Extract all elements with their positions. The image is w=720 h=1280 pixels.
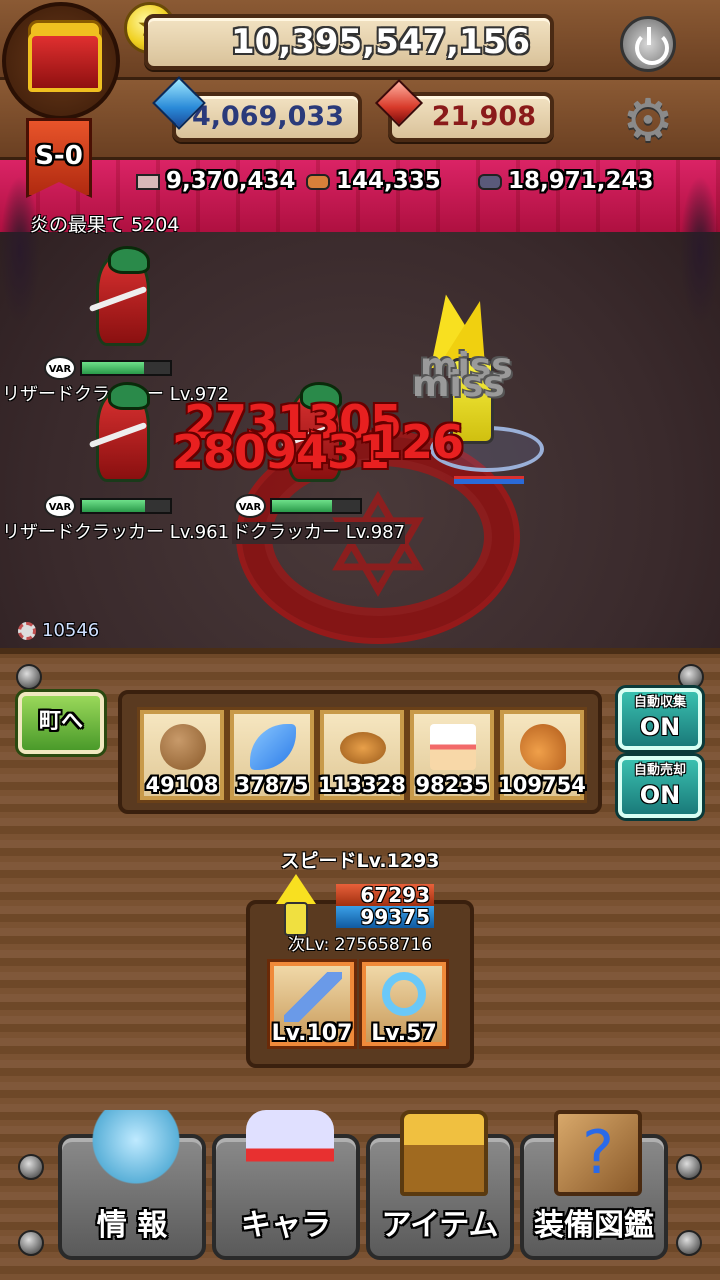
- enemy-1-badge: VAR: [44, 356, 76, 380]
- ore-icon: [478, 173, 502, 190]
- item-qty: 49108: [145, 773, 219, 797]
- enemy-2-hp-track: [80, 498, 172, 514]
- damage-number: 2809431: [172, 425, 390, 479]
- stone-icon: [136, 173, 160, 190]
- miss-text: miss: [412, 364, 505, 405]
- nav-info-label: 情 報: [96, 1208, 168, 1243]
- item-chest-icon: [400, 1110, 488, 1196]
- auto-collect-toggle[interactable]: 自動収集 ON: [618, 688, 702, 750]
- town-button[interactable]: 町へ: [18, 692, 104, 754]
- item-slot-meat[interactable]: 109754: [498, 710, 586, 800]
- enemy-3-hp-bar: VAR: [234, 494, 364, 518]
- dead-tree-left: [0, 176, 40, 326]
- enemy-lizard-2[interactable]: [78, 382, 168, 492]
- auto-collect-value: ON: [639, 713, 681, 741]
- bolt: [18, 1154, 44, 1180]
- resource-wood: 144,335: [306, 164, 441, 198]
- enemy-3-name: ドクラッカー Lv.987: [232, 522, 406, 544]
- gear-icon[interactable]: ⚙: [620, 91, 676, 149]
- attack-stat: 67293: [336, 884, 434, 906]
- enemy-3-badge: VAR: [234, 494, 266, 518]
- bolt: [16, 664, 42, 690]
- resource-stone: 9,370,434: [136, 164, 296, 198]
- item-qty: 37875: [235, 773, 309, 797]
- bolt: [676, 1154, 702, 1180]
- equip-slot-weapon[interactable]: Lv.107: [270, 962, 354, 1046]
- resource-ore: 18,971,243: [478, 164, 654, 198]
- defense-stat: 99375: [336, 906, 434, 928]
- character-name: スピードLv.1293: [280, 850, 440, 872]
- kill-counter: 10546: [18, 620, 99, 642]
- chest-box: [28, 32, 102, 92]
- ring-icon: [382, 972, 426, 1016]
- enemy-2-badge: VAR: [44, 494, 76, 518]
- nav-book-button[interactable]: ? 装備図鑑: [520, 1110, 668, 1260]
- equip-level: Lv.107: [271, 1021, 353, 1046]
- info-icon: [92, 1110, 180, 1196]
- enemy-head: [108, 382, 150, 410]
- kill-count-value: 10546: [42, 620, 100, 641]
- enemy-1-hp-bar: VAR: [44, 356, 174, 380]
- enemy-2-hp-bar: VAR: [44, 494, 174, 518]
- character-hair: [276, 874, 316, 904]
- nav-item-label: アイテム: [381, 1208, 499, 1243]
- item-qty: 113328: [318, 773, 406, 797]
- enemy-3-hp-track: [270, 498, 362, 514]
- item-slot-potato[interactable]: 49108: [140, 710, 224, 800]
- nav-chara-label: キャラ: [241, 1208, 331, 1243]
- auto-sell-value: ON: [639, 781, 681, 809]
- nav-item-button[interactable]: アイテム: [366, 1110, 514, 1260]
- meat-icon: [520, 724, 566, 770]
- enemy-1-hp-fill: [82, 362, 144, 374]
- nav-chara-button[interactable]: キャラ: [212, 1110, 360, 1260]
- enemy-lizard-1[interactable]: [78, 246, 168, 356]
- enemy-2-hp-fill: [82, 500, 146, 512]
- next-level-exp: 次Lv: 275658716: [288, 935, 433, 955]
- nav-info-button[interactable]: 情 報: [58, 1110, 206, 1260]
- bolt: [678, 664, 704, 690]
- dead-tree-right: [680, 176, 720, 326]
- bolt: [18, 1230, 44, 1256]
- item-qty: 98235: [415, 773, 489, 797]
- nav-book-label: 装備図鑑: [534, 1208, 654, 1243]
- item-qty: 109754: [498, 773, 586, 797]
- wood-icon: [306, 173, 330, 190]
- chara-icon: [246, 1110, 334, 1196]
- item-slot-feather[interactable]: 37875: [230, 710, 314, 800]
- resource-stone-value: 9,370,434: [166, 168, 296, 194]
- feather-icon: [250, 724, 296, 770]
- cake-icon: [430, 724, 476, 770]
- equip-level: Lv.57: [371, 1021, 437, 1046]
- auto-collect-label: 自動収集: [633, 695, 686, 710]
- skull-icon: [18, 622, 36, 640]
- bolt: [676, 1230, 702, 1256]
- enemy-2-name: リザードクラッカー Lv.961: [2, 522, 230, 543]
- enemy-head: [108, 246, 150, 274]
- gold-counter: 10,395,547,156: [144, 14, 554, 70]
- hero-hp-bar: [454, 476, 524, 484]
- item-slot-cake[interactable]: 98235: [410, 710, 494, 800]
- bread-icon: [340, 732, 386, 764]
- enemy-3-hp-fill: [272, 500, 332, 512]
- power-icon[interactable]: [620, 16, 676, 72]
- auto-sell-toggle[interactable]: 自動売却 ON: [618, 756, 702, 818]
- character-sprite[interactable]: [270, 874, 330, 940]
- stage-name: 炎の最果て 5204: [30, 214, 180, 236]
- treasure-chest-icon[interactable]: [2, 2, 120, 120]
- damage-number: 126: [370, 415, 464, 469]
- resource-ore-value: 18,971,243: [508, 168, 654, 194]
- enemy-1-hp-track: [80, 360, 172, 376]
- character-body: [284, 902, 308, 936]
- auto-sell-label: 自動売却: [633, 763, 686, 778]
- potato-icon: [160, 724, 206, 770]
- book-icon: ?: [554, 1110, 642, 1196]
- resource-wood-value: 144,335: [336, 168, 441, 194]
- sword-icon: [284, 972, 342, 1022]
- item-slot-bread[interactable]: 113328: [318, 710, 406, 800]
- equip-slot-accessory[interactable]: Lv.57: [362, 962, 446, 1046]
